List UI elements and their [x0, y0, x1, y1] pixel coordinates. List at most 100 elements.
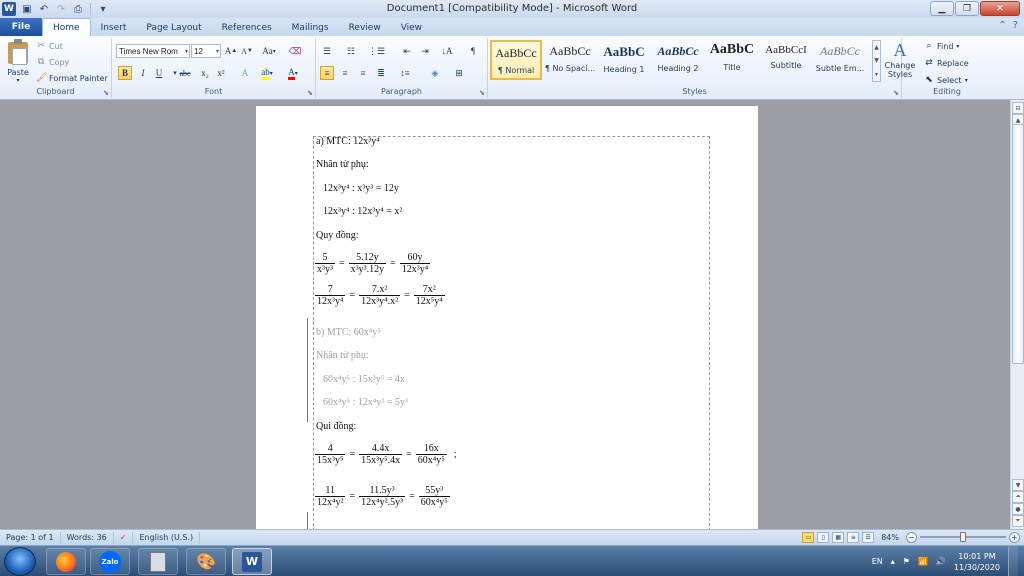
- tray-overflow-icon[interactable]: ▴: [891, 557, 895, 566]
- dialog-launcher-icon[interactable]: ⬊: [307, 89, 313, 97]
- sort-icon[interactable]: ↓A: [440, 44, 454, 58]
- styles-scroll[interactable]: ▲ ▼ ▾: [872, 40, 881, 82]
- taskbar-word[interactable]: W: [232, 548, 272, 575]
- align-left-icon[interactable]: ≡: [320, 66, 334, 80]
- dialog-launcher-icon[interactable]: ⬊: [479, 89, 485, 97]
- tab-mailings[interactable]: Mailings: [282, 20, 339, 36]
- font-size-box[interactable]: 12 ▾: [191, 44, 221, 58]
- select-button[interactable]: ⬉ Select ▾: [924, 75, 967, 85]
- justify-icon[interactable]: ≣: [374, 66, 388, 80]
- part-b-equation-2[interactable]: 11 12x⁴y² = 11.5y³ 12x⁴y².5y³ = 55y³ 60x⁴y⁵: [314, 485, 451, 508]
- full-screen-reading-icon[interactable]: ▯: [817, 531, 830, 543]
- shrink-font-button[interactable]: A ▼: [240, 44, 254, 58]
- part-b-equation-1[interactable]: 4 15x³y⁵ = 4.4x 15x³y⁵.4x = 16x 60x⁴y⁵;: [314, 443, 460, 466]
- outline-icon[interactable]: ≡: [847, 531, 860, 543]
- style-heading-2[interactable]: AaBbCc Heading 2: [652, 40, 704, 80]
- copy-button[interactable]: ⧉ Copy: [36, 57, 70, 67]
- next-page-icon[interactable]: ⏷: [1012, 515, 1024, 527]
- strikethrough-button[interactable]: abc: [178, 66, 192, 80]
- web-layout-icon[interactable]: ▦: [832, 531, 845, 543]
- part-a-factor-2[interactable]: 12x³y⁴ : 12x³y⁴ = x²: [323, 206, 402, 217]
- volume-icon[interactable]: 🔊: [936, 557, 946, 566]
- more-icon[interactable]: ▾: [875, 71, 878, 78]
- multilevel-list-icon[interactable]: ⋮☰: [368, 44, 385, 58]
- part-b-factor-2[interactable]: 60x⁴y⁵ : 12x⁴y² = 5y³: [323, 397, 408, 408]
- style-title[interactable]: AaBbC Title: [706, 40, 758, 80]
- tab-file[interactable]: File: [0, 18, 42, 36]
- zoom-in-icon[interactable]: +: [1009, 531, 1020, 543]
- clear-formatting-icon[interactable]: ⌫: [288, 44, 302, 58]
- borders-icon[interactable]: ⊞: [452, 66, 466, 80]
- ruler-toggle-icon[interactable]: ⊟: [1012, 102, 1024, 114]
- tab-insert[interactable]: Insert: [91, 20, 137, 36]
- language-indicator[interactable]: English (U.S.): [133, 531, 201, 544]
- previous-page-icon[interactable]: ⏶: [1012, 491, 1024, 503]
- start-button[interactable]: [4, 547, 36, 576]
- chevron-down-icon[interactable]: ▼: [874, 57, 879, 64]
- taskbar-paint[interactable]: 🎨: [186, 548, 226, 575]
- taskbar-zalo[interactable]: Zalo: [90, 548, 130, 575]
- line-spacing-icon[interactable]: ↕≡: [398, 66, 412, 80]
- scroll-thumb[interactable]: [1012, 124, 1024, 364]
- network-icon[interactable]: 📶: [918, 557, 928, 566]
- change-case-button[interactable]: Aa ▾: [262, 44, 276, 58]
- print-layout-icon[interactable]: ▭: [802, 531, 815, 543]
- tab-page-layout[interactable]: Page Layout: [136, 20, 211, 36]
- page-count[interactable]: Page: 1 of 1: [0, 531, 61, 544]
- font-color-button[interactable]: A ▾: [286, 66, 300, 80]
- superscript-button[interactable]: x²: [214, 66, 228, 80]
- text-effects-button[interactable]: A: [238, 66, 252, 80]
- draft-icon[interactable]: ☰: [862, 531, 875, 543]
- browse-object-icon[interactable]: ●: [1012, 503, 1024, 515]
- zoom-slider[interactable]: [920, 531, 1006, 543]
- highlight-button[interactable]: ab ▾: [260, 66, 274, 80]
- minimize-button[interactable]: ▁: [930, 1, 954, 16]
- zoom-out-icon[interactable]: −: [906, 531, 917, 543]
- tab-view[interactable]: View: [391, 20, 432, 36]
- part-a-factor-1[interactable]: 12x³y⁴ : x³y³ = 12y: [323, 183, 399, 194]
- clock[interactable]: 10:01 PM 11/30/2020: [954, 551, 1000, 573]
- action-center-icon[interactable]: ⚑: [903, 557, 910, 566]
- paste-button[interactable]: Paste ▾: [4, 39, 32, 84]
- style-subtle-emphasis[interactable]: AaBbCc Subtle Em...: [814, 40, 866, 80]
- chevron-down-icon[interactable]: ▼: [1012, 479, 1024, 491]
- zoom-slider-thumb[interactable]: [960, 532, 966, 542]
- tab-home[interactable]: Home: [42, 18, 91, 36]
- style-subtitle[interactable]: AaBbCcI Subtitle: [760, 40, 812, 80]
- vertical-scrollbar[interactable]: ⊟ ▲ ▼ ⏶ ● ⏷: [1010, 100, 1024, 529]
- word-count[interactable]: Words: 36: [61, 531, 114, 544]
- increase-indent-icon[interactable]: ⇥: [418, 44, 432, 58]
- part-a-nhan-tu[interactable]: Nhân tử phụ:: [316, 159, 369, 170]
- undo-icon[interactable]: ↶: [37, 2, 51, 16]
- bold-button[interactable]: B: [118, 66, 132, 80]
- part-b-qui-dong[interactable]: Qui đồng:: [316, 421, 356, 432]
- subscript-button[interactable]: x₂: [198, 66, 212, 80]
- part-b-header[interactable]: b) MTC: 60x⁴y⁵: [316, 327, 381, 338]
- format-painter-button[interactable]: 🖌 Format Painter: [36, 73, 108, 83]
- dialog-launcher-icon[interactable]: ⬊: [893, 89, 899, 97]
- part-a-header[interactable]: a) MTC: 12x³y⁴: [316, 136, 380, 147]
- tab-references[interactable]: References: [212, 20, 282, 36]
- align-center-icon[interactable]: ≡: [338, 66, 352, 80]
- proofing-status[interactable]: ✓: [114, 531, 134, 544]
- bullets-icon[interactable]: ☰: [320, 44, 334, 58]
- restore-button[interactable]: ❐: [955, 1, 979, 16]
- underline-button[interactable]: U: [152, 66, 166, 80]
- part-b-nhan-tu[interactable]: Nhân tử phụ:: [316, 350, 369, 361]
- change-styles-button[interactable]: A Change Styles: [882, 40, 918, 84]
- cut-button[interactable]: ✂ Cut: [36, 41, 63, 51]
- help-icon[interactable]: ?: [1013, 20, 1018, 31]
- chevron-up-icon[interactable]: ▲: [874, 44, 879, 51]
- replace-button[interactable]: ⇄ Replace: [924, 58, 968, 68]
- save-icon[interactable]: ▣: [20, 2, 34, 16]
- italic-button[interactable]: I: [136, 66, 150, 80]
- word-icon[interactable]: W: [2, 2, 16, 16]
- decrease-indent-icon[interactable]: ⇤: [400, 44, 414, 58]
- taskbar-calculator[interactable]: [138, 548, 178, 575]
- zoom-level[interactable]: 84%: [881, 533, 899, 542]
- grow-font-button[interactable]: A ▲: [224, 44, 238, 58]
- customize-qat-icon[interactable]: ▾: [96, 2, 110, 16]
- redo-icon[interactable]: ↷: [54, 2, 68, 16]
- taskbar-firefox[interactable]: [46, 548, 86, 575]
- part-a-equation-1[interactable]: 5 x³y³ = 5.12y x³y³.12y = 60y 12x³y⁴: [314, 252, 431, 275]
